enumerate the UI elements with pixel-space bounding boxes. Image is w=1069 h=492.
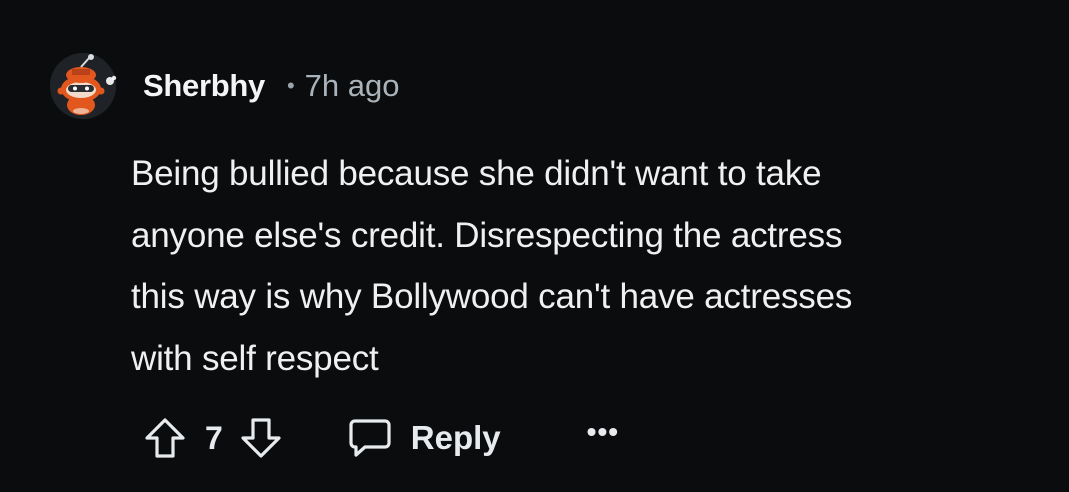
comment-card: Sherbhy • 7h ago Being bullied because s… xyxy=(0,0,1069,492)
comment-body: Being bullied because she didn't want to… xyxy=(131,143,1031,389)
username[interactable]: Sherbhy xyxy=(143,68,265,104)
reply-label: Reply xyxy=(410,419,501,456)
comment-header: Sherbhy • 7h ago xyxy=(50,52,399,120)
comment-body-line: Being bullied because she didn't want to… xyxy=(131,154,822,193)
comment-actions: 7 Reply ••• xyxy=(143,410,619,466)
reply-button[interactable]: Reply xyxy=(347,416,501,460)
more-options-button[interactable]: ••• xyxy=(587,416,619,448)
avatar[interactable] xyxy=(50,53,117,119)
arrow-up-outline-icon xyxy=(145,418,185,458)
comment-body-line: this way is why Bollywood can't have act… xyxy=(131,277,853,316)
comment-body-line: anyone else's credit. Disrespecting the … xyxy=(131,215,843,255)
arrow-down-outline-icon xyxy=(241,418,281,458)
vote-score: 7 xyxy=(205,419,223,456)
comment-body-line: with self respect xyxy=(131,338,379,378)
downvote-button[interactable] xyxy=(239,416,283,460)
timestamp: 7h ago xyxy=(304,68,400,103)
speech-bubble-icon xyxy=(349,419,391,457)
upvote-button[interactable] xyxy=(143,416,187,460)
snoo-avatar-icon xyxy=(50,53,117,119)
separator-dot: • xyxy=(286,73,295,98)
